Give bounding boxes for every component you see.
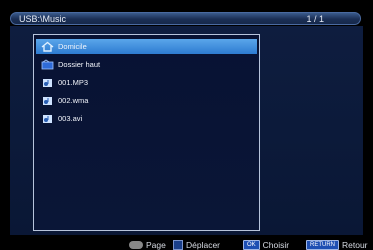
folder-up-icon — [41, 59, 54, 70]
list-item-home[interactable]: Domicile — [36, 39, 257, 54]
home-icon — [41, 41, 54, 52]
list-item-file[interactable]: 003.avi — [36, 111, 257, 126]
dpad-icon — [173, 239, 183, 250]
footer-hints: Page Déplacer OK Choisir RETURN Retour — [0, 239, 373, 250]
music-file-icon — [41, 113, 54, 124]
move-label: Déplacer — [186, 239, 221, 250]
return-hint: RETURN Retour — [306, 239, 368, 250]
current-path: USB:\Music — [19, 14, 67, 24]
back-label: Retour — [342, 239, 368, 250]
music-file-icon — [41, 95, 54, 106]
list-item-label: Domicile — [58, 42, 87, 51]
move-hint: Déplacer — [173, 239, 220, 250]
screen: USB:\Music 1 / 1 Domicile Dossier haut 0… — [0, 0, 373, 250]
page-indicator: 1 / 1 — [306, 14, 324, 24]
ok-key-badge: OK — [243, 239, 260, 250]
choose-hint: OK Choisir — [243, 239, 289, 250]
title-bar: USB:\Music 1 / 1 — [10, 12, 361, 25]
music-file-icon — [41, 77, 54, 88]
file-list-panel: Domicile Dossier haut 001.MP3 002.wma 00 — [33, 34, 260, 231]
list-item-parent-folder[interactable]: Dossier haut — [36, 57, 257, 72]
page-key-icon — [129, 240, 143, 249]
list-item-label: Dossier haut — [58, 60, 101, 69]
page-hint: Page — [129, 239, 166, 250]
list-item-label: 002.wma — [58, 96, 89, 105]
page-label: Page — [146, 239, 166, 250]
list-item-file[interactable]: 002.wma — [36, 93, 257, 108]
list-item-label: 001.MP3 — [58, 78, 89, 87]
choose-label: Choisir — [262, 239, 290, 250]
return-key-badge: RETURN — [306, 239, 339, 250]
list-item-file[interactable]: 001.MP3 — [36, 75, 257, 90]
list-item-label: 003.avi — [58, 114, 83, 123]
